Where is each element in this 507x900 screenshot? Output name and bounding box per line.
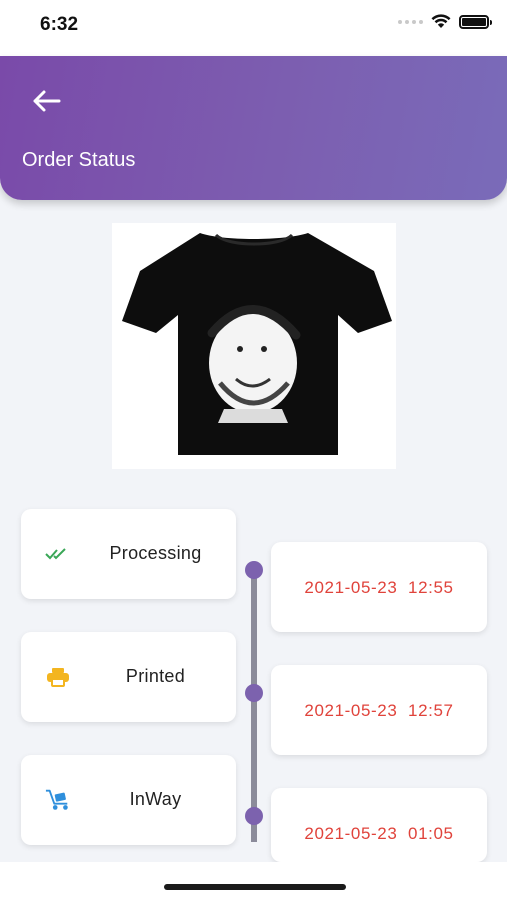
double-check-icon	[45, 543, 71, 565]
status-icons	[398, 14, 492, 29]
t-shirt-image	[122, 233, 392, 455]
arrow-left-icon	[33, 90, 61, 112]
timeline-time-card: 2021-05-23 12:55	[271, 542, 487, 632]
timeline-dot	[245, 807, 263, 825]
app-header: Order Status	[0, 56, 507, 200]
delivery-cart-icon	[45, 789, 71, 811]
printer-icon	[45, 666, 71, 688]
timeline-status-card: Processing	[21, 509, 236, 599]
status-label: Processing	[109, 543, 202, 563]
timeline-time-card: 2021-05-23 01:05	[271, 788, 487, 862]
status-timestamp: 2021-05-23 12:55	[304, 578, 454, 597]
timeline-line	[251, 566, 257, 842]
wifi-icon	[431, 14, 451, 28]
back-button[interactable]	[28, 86, 64, 116]
cellular-signal-icon	[398, 19, 423, 24]
status-timestamp: 2021-05-23 01:05	[304, 824, 454, 843]
status-label: InWay	[129, 789, 182, 809]
status-label: Printed	[125, 666, 186, 686]
status-time: 6:32	[40, 14, 79, 35]
timeline-status-card: InWay	[21, 755, 236, 845]
timeline-dot	[245, 561, 263, 579]
status-bar: 6:32	[0, 0, 507, 56]
timeline-time-card: 2021-05-23 12:57	[271, 665, 487, 755]
battery-icon	[459, 14, 492, 29]
timeline-dot	[245, 684, 263, 702]
timeline-status-card: Printed	[21, 632, 236, 722]
bottom-safe-area	[0, 862, 507, 900]
status-timestamp: 2021-05-23 12:57	[304, 701, 454, 720]
product-image	[112, 223, 396, 469]
home-indicator[interactable]	[164, 884, 346, 890]
page-title: Order Status	[22, 149, 136, 171]
